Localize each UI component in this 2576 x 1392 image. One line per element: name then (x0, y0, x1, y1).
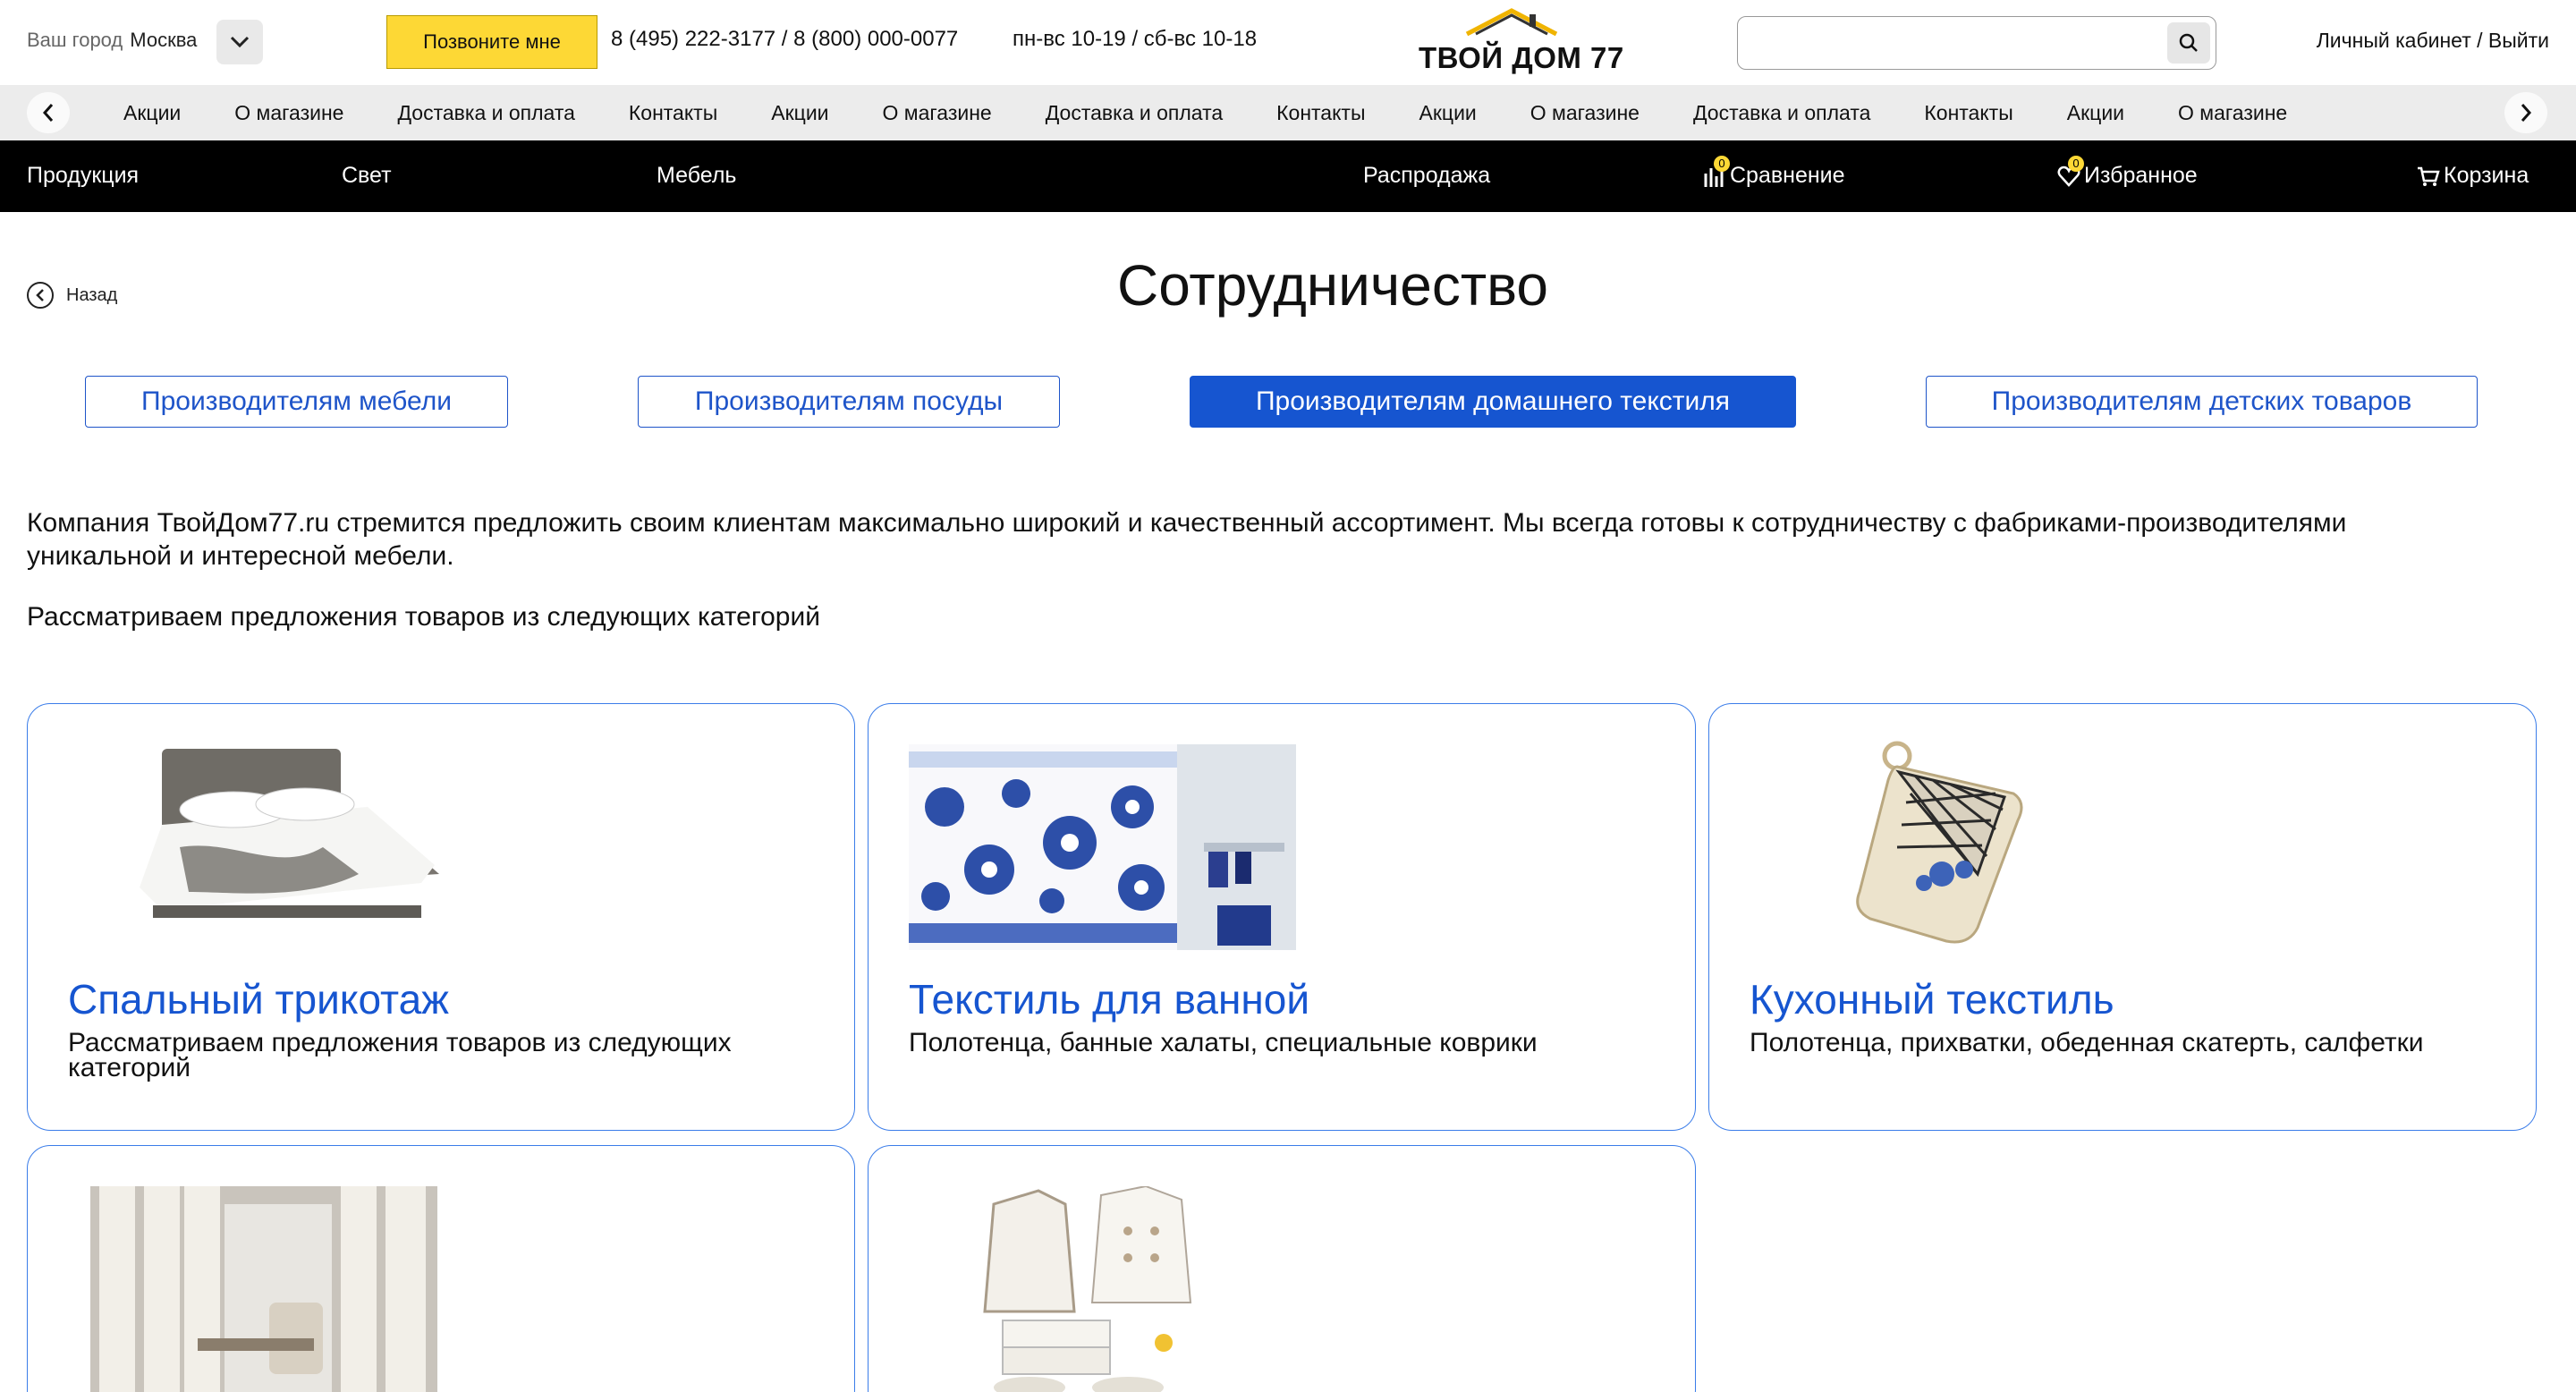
back-link[interactable]: Назад (27, 282, 117, 309)
chevron-left-icon (42, 104, 54, 122)
scroller-link[interactable]: Контакты (1250, 101, 1392, 125)
chevron-right-icon (2521, 104, 2532, 122)
nav-cart-label: Корзина (2444, 163, 2529, 188)
chevron-down-icon (230, 36, 250, 48)
nav-furniture[interactable]: Мебель (657, 163, 736, 189)
page-title: Сотрудничество (1116, 253, 1549, 318)
city-value[interactable]: Москва (130, 29, 197, 52)
house-roof-icon (1465, 8, 1558, 37)
scroller-link[interactable]: Доставка и оплата (1666, 101, 1897, 125)
city-selector[interactable]: Ваш город Москва (27, 29, 197, 52)
favorites-count-badge: 0 (2068, 155, 2084, 172)
card-description: Полотенца, прихватки, обеденная скатерть… (1750, 1028, 2424, 1057)
scroller-link[interactable]: Акции (1393, 101, 1504, 125)
potholder-icon (1856, 741, 2023, 944)
category-card-curtains[interactable] (27, 1145, 855, 1392)
tab-home-textile-makers[interactable]: Производителям домашнего текстиля (1190, 376, 1796, 428)
scroller-track: Акции О магазине Доставка и оплата Контакты… (97, 85, 2494, 140)
intro-paragraph: Компания ТвойДом77.ru стремится предложи… (27, 508, 2347, 571)
working-hours: пн-вс 10-19 / сб-вс 10-18 (1013, 27, 1258, 51)
categories-lead: Рассматриваем предложения товаров из сле… (27, 602, 821, 632)
category-card-bathrobes[interactable] (868, 1145, 1696, 1392)
heart-icon: 0 (2057, 155, 2084, 188)
callback-button[interactable]: Позвоните мне (386, 15, 597, 69)
tab-tableware-makers[interactable]: Производителям посуды (638, 376, 1060, 428)
scroller-link[interactable]: О магазине (208, 101, 370, 125)
card-description: Рассматриваем предложения товаров из сле… (68, 1028, 732, 1082)
scroll-right-button[interactable] (2504, 92, 2547, 133)
nav-sale[interactable]: Распродажа (1363, 163, 1490, 189)
bed-icon (140, 749, 439, 918)
nav-favorites[interactable]: 0 Избранное (2057, 155, 2198, 189)
nav-products[interactable]: Продукция (27, 163, 139, 189)
nav-light[interactable]: Свет (342, 163, 392, 189)
back-label: Назад (66, 284, 118, 305)
info-links-scroller: Акции О магазине Доставка и оплата Контакты… (0, 85, 2576, 140)
curtains-icon (90, 1186, 437, 1392)
card-description: Полотенца, банные халаты, специальные ко… (909, 1028, 1538, 1057)
category-card-sleepwear[interactable]: Спальный трикотаж Рассматриваем предложе… (27, 703, 855, 1131)
back-arrow-icon (27, 282, 54, 309)
scroller-link[interactable]: Акции (2040, 101, 2151, 125)
scroller-link[interactable]: О магазине (856, 101, 1019, 125)
scroll-left-button[interactable] (27, 92, 70, 133)
city-dropdown-button[interactable] (216, 20, 263, 64)
city-label: Ваш город (27, 29, 123, 51)
nav-compare-label: Сравнение (1730, 163, 1845, 188)
scroller-link[interactable]: Доставка и оплата (1019, 101, 1250, 125)
phone-numbers[interactable]: 8 (495) 222-3177 / 8 (800) 000-0077 (611, 27, 958, 52)
logo-text: ТВОЙ ДОМ 77 (1419, 41, 1624, 74)
top-bar: Ваш город Москва Позвоните мне 8 (495) 2… (0, 0, 2576, 85)
tab-kids-goods-makers[interactable]: Производителям детских товаров (1926, 376, 2478, 428)
tab-furniture-makers[interactable]: Производителям мебели (85, 376, 508, 428)
search-input[interactable] (1737, 16, 2216, 70)
scroller-link[interactable]: Контакты (1897, 101, 2039, 125)
scroller-link[interactable]: Контакты (602, 101, 744, 125)
main-navigation: Продукция Свет Мебель Распродажа 0 Сравн… (0, 140, 2576, 212)
nav-favorites-label: Избранное (2084, 163, 2198, 188)
scroller-link[interactable]: О магазине (2151, 101, 2314, 125)
card-title: Кухонный текстиль (1750, 976, 2114, 1023)
card-title: Текстиль для ванной (909, 976, 1310, 1023)
card-title: Спальный трикотаж (68, 976, 449, 1023)
cart-icon (2417, 165, 2440, 188)
scroller-link[interactable]: Доставка и оплата (370, 101, 601, 125)
scroller-link[interactable]: Акции (744, 101, 855, 125)
compare-icon: 0 (1703, 155, 1730, 188)
scroller-link[interactable]: О магазине (1504, 101, 1666, 125)
category-card-bath-textile[interactable]: Текстиль для ванной Полотенца, банные ха… (868, 703, 1696, 1131)
scroller-link[interactable]: Акции (97, 101, 208, 125)
site-logo[interactable]: ТВОЙ ДОМ 77 (1413, 7, 1623, 79)
bathrobes-icon (976, 1186, 1226, 1392)
category-card-kitchen-textile[interactable]: Кухонный текстиль Полотенца, прихватки, … (1708, 703, 2537, 1131)
account-link[interactable]: Личный кабинет / Выйти (2317, 29, 2549, 53)
nav-compare[interactable]: 0 Сравнение (1703, 155, 1845, 189)
search-icon (2179, 33, 2198, 52)
bath-curtain-icon (909, 744, 1296, 950)
search-button[interactable] (2167, 22, 2210, 64)
compare-count-badge: 0 (1714, 155, 1730, 172)
nav-cart[interactable]: Корзина (2417, 163, 2529, 189)
